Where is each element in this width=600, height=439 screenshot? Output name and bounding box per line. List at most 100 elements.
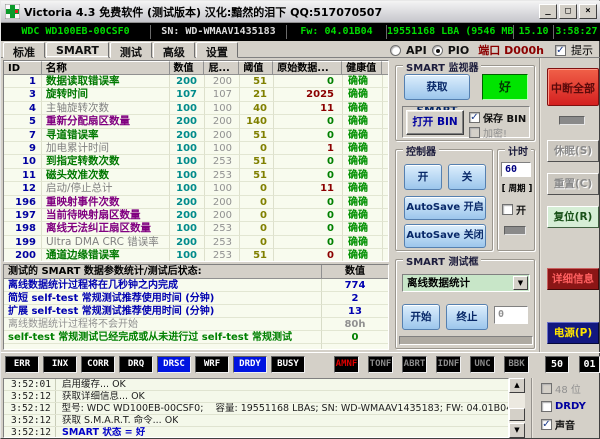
cell-raw: 0: [274, 129, 343, 142]
smart-row[interactable]: 198离线无法纠正扇区数量10025300确确: [4, 222, 388, 235]
cell-threshold: 51: [240, 75, 274, 88]
led-bbk: BBK: [504, 356, 529, 373]
controller-group-label: 控制器: [403, 143, 439, 158]
timer-on-checkbox[interactable]: [502, 204, 513, 215]
details-button[interactable]: 详细信息: [547, 268, 599, 290]
cell-filler: [383, 155, 388, 168]
log-time: 3:52:12: [4, 403, 56, 414]
smart-row[interactable]: 4主轴旋转次数1001004011确确: [4, 102, 388, 115]
encrypt-label: 加密!: [483, 125, 507, 140]
open-bin-button[interactable]: 打开 BIN: [406, 110, 464, 135]
power-button[interactable]: 电源(P): [547, 322, 599, 344]
controller-on-button[interactable]: 开: [404, 164, 442, 190]
port-value: D000h: [504, 44, 544, 57]
tab-标准[interactable]: 标准: [3, 42, 45, 58]
chevron-down-icon[interactable]: ▼: [513, 276, 528, 290]
tab-测试[interactable]: 测试: [110, 42, 152, 58]
smart-row[interactable]: 3旋转时间107107212025确确: [4, 88, 388, 101]
cell-id: 11: [4, 169, 42, 182]
recall-button[interactable]: 重置(C): [547, 173, 599, 195]
timer-input[interactable]: 60: [501, 162, 531, 177]
cell-name: 启动/停止总计: [42, 182, 170, 195]
led-inx: INX: [43, 356, 77, 373]
stats-value: 0: [322, 331, 388, 344]
smart-row[interactable]: 12启动/停止总计100100011确确: [4, 182, 388, 195]
cell-raw: 0: [274, 75, 343, 88]
cell-value: 100: [170, 249, 205, 262]
stats-label: 离线数据统计过程将在几秒钟之内完成: [4, 279, 322, 292]
smart-row[interactable]: 196重映射事件次数20020000确确: [4, 196, 388, 209]
counter-left: 50: [545, 356, 569, 373]
header-c-val: 数值: [170, 61, 205, 75]
window-title: Victoria 4.3 免费软件 (测试版本) 汉化:黯然的泪下 QQ:517…: [24, 4, 539, 20]
smart-row[interactable]: 11磁头效准次数100253510确确: [4, 169, 388, 182]
tab-SMART[interactable]: SMART: [46, 42, 109, 58]
api-radio[interactable]: [390, 45, 401, 56]
controller-group: 控制器 开 关 AutoSave 开启 AutoSave 关闭: [395, 149, 493, 251]
smart-row[interactable]: 199Ultra DMA CRC 错误率20025300确确: [4, 236, 388, 249]
cell-raw: 0: [274, 222, 343, 235]
smart-row[interactable]: 5重新分配扇区数量2002001400确确: [4, 115, 388, 128]
controller-off-button[interactable]: 关: [448, 164, 486, 190]
cell-raw: 2025: [274, 88, 343, 101]
smart-row[interactable]: 10到指定转数次数100253510确确: [4, 155, 388, 168]
smart-row[interactable]: 200通道边缘错误率100253510确确: [4, 249, 388, 262]
cell-filler: [383, 209, 388, 222]
stats-row: 离线数据统计过程将不会开始80h: [4, 318, 388, 331]
timer-led: [504, 226, 526, 235]
cell-id: 197: [4, 209, 42, 222]
cell-worst: 200: [205, 129, 240, 142]
cell-health: 确确: [343, 209, 383, 222]
drdy-checkbox[interactable]: [541, 401, 552, 412]
hint-checkbox[interactable]: ✓: [555, 45, 566, 56]
cell-threshold: 21: [240, 88, 274, 101]
scrollbar-thumb[interactable]: [509, 408, 525, 421]
stats-row: 简短 self-test 常规测试推荐使用时间 (分钟)2: [4, 292, 388, 305]
drive-serial: SN: WD-WMAAV1435183: [151, 25, 287, 39]
autosave-off-button[interactable]: AutoSave 关闭: [404, 224, 486, 248]
save-bin-checkbox[interactable]: ✓: [469, 112, 480, 123]
sleep-button[interactable]: 休眠(S): [547, 140, 599, 162]
cell-name: 磁头效准次数: [42, 169, 170, 182]
cell-health: 确确: [343, 169, 383, 182]
reset-button[interactable]: 复位(R): [547, 206, 599, 228]
test-counter-input[interactable]: 0: [494, 306, 528, 324]
stats-header: 测试的 SMART 数据参数统计/测试后状态: 数值: [4, 265, 388, 279]
sound-label: 声音: [555, 417, 575, 432]
cell-name: 主轴旋转次数: [42, 102, 170, 115]
cell-threshold: 40: [240, 102, 274, 115]
autosave-on-button[interactable]: AutoSave 开启: [404, 196, 486, 220]
header-c-name: 名称: [42, 61, 170, 75]
smart-row[interactable]: 7寻道错误率200200510确确: [4, 129, 388, 142]
smart-row[interactable]: 9加电累计时间10010001确确: [4, 142, 388, 155]
test-start-button[interactable]: 开始: [402, 304, 440, 330]
cell-threshold: 0: [240, 196, 274, 209]
scroll-down-icon[interactable]: ▼: [509, 423, 525, 438]
led-tonf: TONF: [368, 356, 393, 373]
cell-id: 199: [4, 236, 42, 249]
log-scrollbar[interactable]: ▲ ▼: [509, 378, 525, 438]
cell-health: 确确: [343, 102, 383, 115]
sound-checkbox[interactable]: ✓: [541, 419, 552, 430]
tab-高级[interactable]: 高级: [153, 42, 195, 58]
test-select[interactable]: 离线数据统计 ▼: [402, 274, 530, 292]
close-button[interactable]: ×: [579, 4, 597, 19]
cell-id: 9: [4, 142, 42, 155]
cell-filler: [383, 196, 388, 209]
minimize-button[interactable]: _: [539, 4, 557, 19]
get-smart-button[interactable]: 获取 SMART: [404, 74, 470, 100]
cell-raw: 0: [274, 249, 343, 262]
test-stop-button[interactable]: 终止: [446, 304, 488, 330]
pio-radio[interactable]: [432, 45, 443, 56]
options-panel: 48 位 DRDY ✓ 声音: [531, 378, 600, 438]
tab-设置[interactable]: 设置: [196, 42, 238, 58]
cell-id: 5: [4, 115, 42, 128]
break-all-button[interactable]: 中断全部: [547, 68, 599, 106]
cell-name: 到指定转数次数: [42, 155, 170, 168]
cell-id: 12: [4, 182, 42, 195]
smart-row[interactable]: 197当前待映射扇区数量20020000确确: [4, 209, 388, 222]
maximize-button[interactable]: □: [559, 4, 577, 19]
cell-worst: 253: [205, 236, 240, 249]
scroll-up-icon[interactable]: ▲: [509, 378, 525, 393]
smart-row[interactable]: 1数据读取错误率200200510确确: [4, 75, 388, 88]
